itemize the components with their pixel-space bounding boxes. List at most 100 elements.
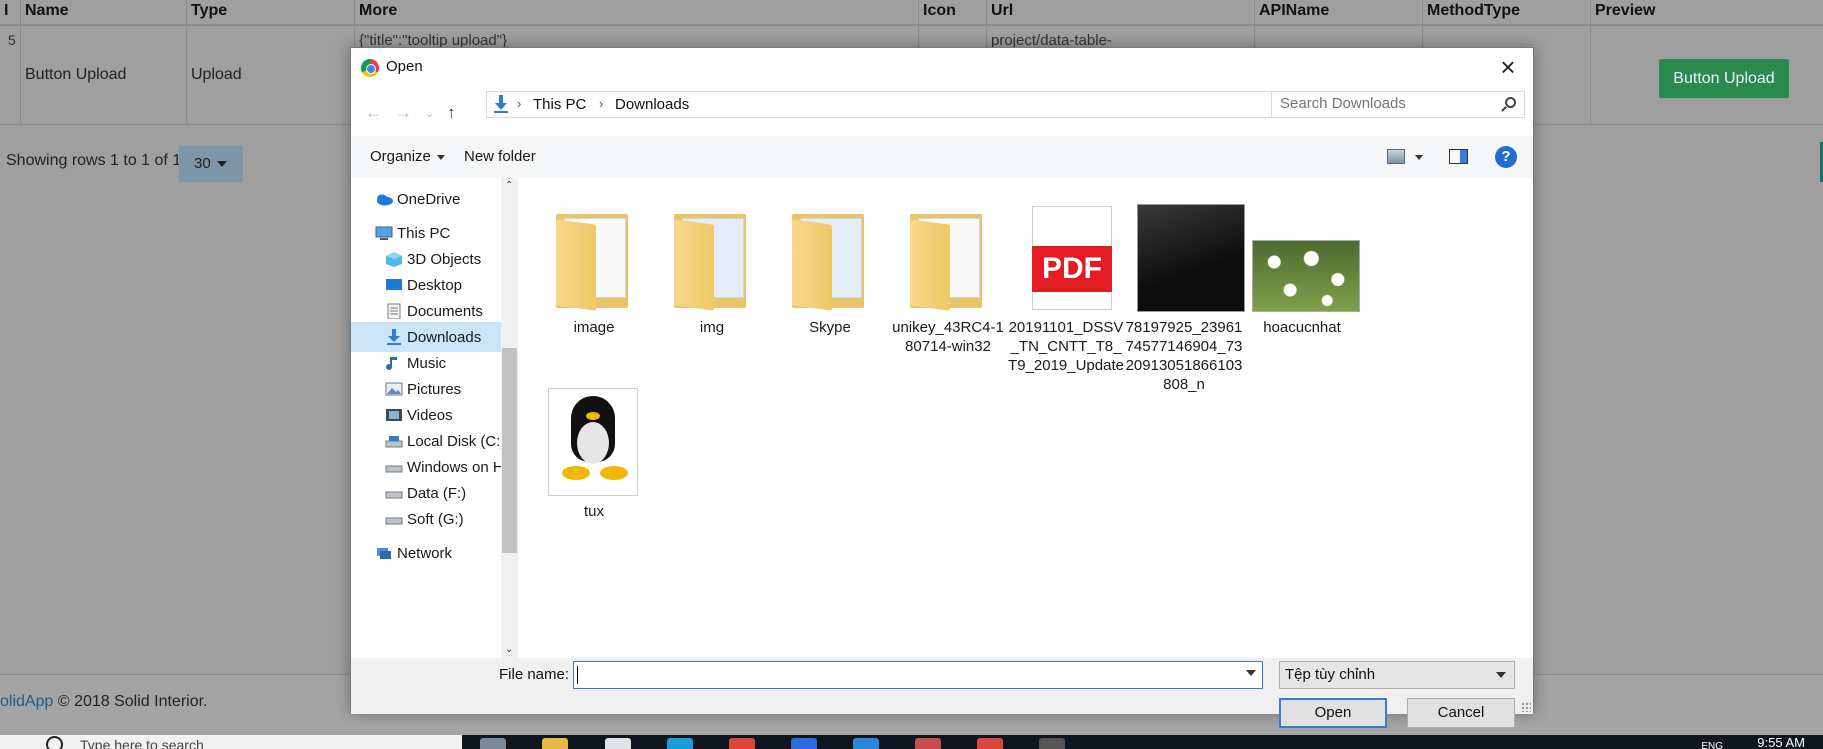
breadcrumb-this-pc[interactable]: This PC	[533, 96, 586, 113]
breadcrumb-downloads[interactable]: Downloads	[615, 96, 689, 113]
file-explorer-icon[interactable]	[542, 738, 568, 749]
chrome-icon[interactable]	[729, 738, 755, 749]
open-button[interactable]: Open	[1279, 698, 1387, 728]
col-header-name[interactable]: Name	[20, 0, 186, 26]
terminal-icon[interactable]	[1039, 738, 1065, 749]
col-header-preview[interactable]: Preview	[1590, 0, 1823, 26]
footer-copyright: © 2018 Solid Interior.	[57, 693, 208, 710]
sidebar-item-label: Pictures	[407, 381, 462, 398]
resize-grip[interactable]	[1521, 702, 1531, 712]
photo-thumbnail	[1134, 204, 1245, 312]
sidebar-item-label: Downloads	[407, 329, 482, 346]
sidebar-item-onedrive[interactable]: OneDrive	[351, 184, 501, 214]
footer-text: olidApp © 2018 Solid Interior.	[0, 693, 207, 711]
file-name: img	[699, 319, 725, 336]
file-name-input[interactable]	[578, 664, 1218, 686]
help-icon[interactable]: ?	[1495, 146, 1517, 168]
preview-pane-icon[interactable]	[1449, 149, 1468, 164]
calendar-icon[interactable]	[915, 738, 941, 749]
page-size-value: 30	[194, 155, 211, 172]
taskbar-search[interactable]: Type here to search	[0, 735, 462, 749]
tux-thumbnail	[544, 388, 644, 496]
cancel-button[interactable]: Cancel	[1407, 698, 1515, 728]
organize-menu[interactable]: Organize	[370, 148, 445, 165]
videos-icon	[386, 409, 402, 421]
search-downloads-field[interactable]	[1271, 91, 1525, 118]
taskbar: Type here to search ENG 9:55 AM	[0, 735, 1823, 749]
store-icon[interactable]	[605, 738, 631, 749]
app-icon[interactable]	[791, 738, 817, 749]
recent-locations-icon[interactable]: ⌄	[425, 107, 434, 120]
breadcrumb-separator: ›	[599, 96, 604, 111]
caret-down-icon	[436, 154, 445, 160]
file-item-folder[interactable]: img	[653, 204, 771, 337]
language-indicator[interactable]: ENG	[1701, 741, 1723, 749]
pdf-label: PDF	[1032, 246, 1112, 292]
sidebar-item-label: Documents	[407, 303, 483, 320]
col-header-more[interactable]: More	[354, 0, 918, 26]
footer-brand-link[interactable]: olidApp	[0, 693, 53, 710]
col-header-apiname[interactable]: APIName	[1254, 0, 1422, 26]
scroll-up-icon[interactable]: ⌃	[505, 180, 513, 191]
col-header-type[interactable]: Type	[186, 0, 354, 26]
sidebar-item-network[interactable]: Network	[351, 538, 501, 568]
file-name: Skype	[809, 319, 851, 336]
new-folder-button[interactable]: New folder	[464, 148, 536, 165]
view-dropdown-icon[interactable]	[1415, 155, 1423, 160]
col-header-methodtype[interactable]: MethodType	[1422, 0, 1590, 26]
file-item-pdf[interactable]: PDF 20191101_DSSV_TN_CNTT_T8_T9_2019_Upd…	[1007, 204, 1125, 375]
file-name: 20191101_DSSV_TN_CNTT_T8_T9_2019_Update	[1008, 319, 1124, 374]
flowers-thumbnail	[1252, 204, 1360, 312]
sidebar-item-label: Soft (G:)	[407, 511, 464, 528]
scrollbar-thumb[interactable]	[502, 348, 517, 553]
skype-icon[interactable]	[667, 738, 693, 749]
file-item-image[interactable]: tux	[535, 388, 653, 521]
navigation-scrollbar[interactable]: ⌃ ⌄	[501, 178, 518, 658]
sidebar-item-label: Network	[397, 545, 453, 562]
preview-upload-button[interactable]: Button Upload	[1659, 59, 1789, 98]
file-item-folder[interactable]: Skype	[771, 204, 889, 337]
page-size-select[interactable]: 30	[179, 146, 243, 182]
file-item-folder[interactable]: unikey_43RC4-180714-win32	[889, 204, 1007, 356]
file-type-select[interactable]: Tệp tùy chỉnh	[1279, 661, 1515, 689]
chevron-down-icon[interactable]	[1246, 670, 1256, 676]
sidebar-item-label: Data (F:)	[407, 485, 467, 502]
this-pc-icon	[375, 226, 393, 240]
sidebar-item-label: Local Disk (C:)	[407, 433, 501, 450]
file-item-photo[interactable]: hoacucnhat	[1243, 204, 1361, 337]
vscode-icon[interactable]	[853, 738, 879, 749]
sidebar-item-label: OneDrive	[397, 191, 461, 208]
music-icon	[386, 357, 397, 371]
col-header-icon[interactable]: Icon	[918, 0, 986, 26]
file-item-folder[interactable]: image	[535, 204, 653, 337]
dialog-toolbar: Organize New folder ?	[351, 136, 1533, 178]
col-header-id[interactable]: I	[0, 0, 20, 26]
close-button[interactable]: ×	[1493, 52, 1523, 82]
dialog-titlebar[interactable]: Open ×	[351, 48, 1533, 88]
forward-button[interactable]: →	[395, 103, 412, 123]
sidebar-item-soft-g[interactable]: Soft (G:)	[351, 504, 501, 534]
drive-icon	[385, 465, 403, 473]
up-button[interactable]: ↑	[447, 103, 456, 123]
cell-id: 5	[0, 26, 20, 125]
task-view-icon[interactable]	[480, 738, 506, 749]
search-input[interactable]	[1280, 95, 1480, 112]
sidebar-item-label: 3D Objects	[407, 251, 482, 268]
scroll-down-icon[interactable]: ⌄	[505, 644, 513, 655]
col-header-url[interactable]: Url	[986, 0, 1254, 26]
onedrive-icon	[377, 194, 393, 206]
clock[interactable]: 9:55 AM	[1757, 735, 1805, 749]
dialog-title: Open	[386, 58, 423, 75]
drive-icon	[385, 517, 403, 525]
sidebar-item-label: Windows on HD	[407, 459, 501, 476]
file-item-photo[interactable]: 78197925_2396174577146904_73209130518661…	[1125, 204, 1245, 394]
chrome-window-icon[interactable]	[977, 738, 1003, 749]
back-button[interactable]: ←	[365, 103, 382, 123]
cell-type-value: Upload	[191, 66, 242, 83]
network-icon	[377, 548, 391, 559]
folder-icon	[662, 204, 762, 312]
file-name-field[interactable]	[573, 661, 1263, 689]
pdf-icon: PDF	[1016, 204, 1116, 312]
file-name-label: File name:	[499, 666, 570, 683]
view-options-icon[interactable]	[1387, 149, 1405, 164]
